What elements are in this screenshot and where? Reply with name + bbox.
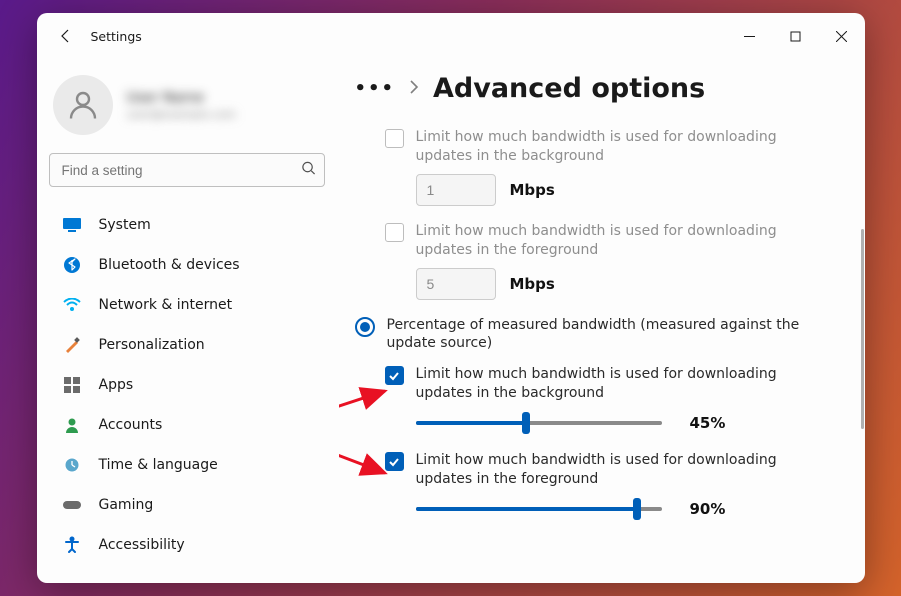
slider-bg-percent[interactable] <box>416 413 662 433</box>
avatar <box>53 75 113 135</box>
scrollbar-thumb[interactable] <box>861 229 864 429</box>
label-percentage-radio: Percentage of measured bandwidth (measur… <box>387 316 835 354</box>
unit-fg-absolute: Mbps <box>510 275 555 293</box>
window-controls <box>727 21 865 51</box>
person-icon <box>63 416 81 434</box>
sidebar-item-apps[interactable]: Apps <box>49 365 325 405</box>
profile-email: user@example.com <box>127 108 236 121</box>
sidebar-item-gaming[interactable]: Gaming <box>49 485 325 525</box>
checkbox-fg-percent[interactable] <box>385 452 404 471</box>
breadcrumb-ellipsis[interactable]: ••• <box>355 78 396 99</box>
sidebar-item-system[interactable]: System <box>49 205 325 245</box>
close-button[interactable] <box>819 21 865 51</box>
sidebar-item-time-language[interactable]: Time & language <box>49 445 325 485</box>
options-panel: Limit how much bandwidth is used for dow… <box>355 128 835 519</box>
chevron-right-icon <box>409 79 419 98</box>
value-bg-percent: 45% <box>690 414 736 432</box>
input-bg-absolute-row: Mbps <box>416 174 835 206</box>
wifi-icon <box>63 296 81 314</box>
checkbox-fg-absolute[interactable] <box>385 223 404 242</box>
sidebar-item-label: Gaming <box>99 497 154 513</box>
bluetooth-icon <box>63 256 81 274</box>
sidebar-item-label: Accessibility <box>99 537 185 553</box>
breadcrumb: ••• Advanced options <box>355 73 835 104</box>
slider-fg-row: 90% <box>416 499 835 519</box>
sidebar: User Name user@example.com System Blueto… <box>37 59 339 583</box>
input-bg-absolute[interactable] <box>416 174 496 206</box>
profile-text: User Name user@example.com <box>127 90 236 121</box>
system-icon <box>63 216 81 234</box>
titlebar: Settings <box>37 13 865 59</box>
checkbox-bg-absolute[interactable] <box>385 129 404 148</box>
sidebar-item-personalization[interactable]: Personalization <box>49 325 325 365</box>
accessibility-icon <box>63 536 81 554</box>
apps-icon <box>63 376 81 394</box>
sidebar-item-label: Accounts <box>99 417 163 433</box>
sidebar-item-accounts[interactable]: Accounts <box>49 405 325 445</box>
sidebar-item-bluetooth[interactable]: Bluetooth & devices <box>49 245 325 285</box>
radio-percentage[interactable] <box>355 317 375 337</box>
main-panel: ••• Advanced options Limit how much band… <box>339 59 865 583</box>
page-title: Advanced options <box>433 73 705 104</box>
checkbox-bg-percent[interactable] <box>385 366 404 385</box>
option-percentage-radio: Percentage of measured bandwidth (measur… <box>355 316 835 354</box>
search-box[interactable] <box>49 153 325 187</box>
input-fg-absolute[interactable] <box>416 268 496 300</box>
maximize-button[interactable] <box>773 21 819 51</box>
slider-bg-row: 45% <box>416 413 835 433</box>
window-title: Settings <box>91 29 142 44</box>
sidebar-item-accessibility[interactable]: Accessibility <box>49 525 325 565</box>
option-fg-absolute: Limit how much bandwidth is used for dow… <box>385 222 835 260</box>
back-button[interactable] <box>51 21 81 51</box>
label-fg-percent: Limit how much bandwidth is used for dow… <box>416 451 835 489</box>
unit-bg-absolute: Mbps <box>510 181 555 199</box>
option-bg-absolute: Limit how much bandwidth is used for dow… <box>385 128 835 166</box>
search-input[interactable] <box>50 154 324 186</box>
label-fg-absolute: Limit how much bandwidth is used for dow… <box>416 222 835 260</box>
profile-name: User Name <box>127 90 236 106</box>
value-fg-percent: 90% <box>690 500 736 518</box>
sidebar-item-label: Time & language <box>99 457 218 473</box>
option-fg-percent: Limit how much bandwidth is used for dow… <box>385 451 835 489</box>
minimize-button[interactable] <box>727 21 773 51</box>
sidebar-item-network[interactable]: Network & internet <box>49 285 325 325</box>
option-bg-percent: Limit how much bandwidth is used for dow… <box>385 365 835 403</box>
input-fg-absolute-row: Mbps <box>416 268 835 300</box>
sidebar-item-label: Personalization <box>99 337 205 353</box>
search-icon <box>301 161 316 180</box>
content-area: User Name user@example.com System Blueto… <box>37 59 865 583</box>
label-bg-absolute: Limit how much bandwidth is used for dow… <box>416 128 835 166</box>
sidebar-item-label: Bluetooth & devices <box>99 257 240 273</box>
gamepad-icon <box>63 496 81 514</box>
globe-clock-icon <box>63 456 81 474</box>
sidebar-item-label: Apps <box>99 377 134 393</box>
label-bg-percent: Limit how much bandwidth is used for dow… <box>416 365 835 403</box>
profile-block[interactable]: User Name user@example.com <box>49 75 325 135</box>
settings-window: Settings User Name user@example.com <box>37 13 865 583</box>
brush-icon <box>63 336 81 354</box>
sidebar-item-label: System <box>99 217 151 233</box>
sidebar-nav: System Bluetooth & devices Network & int… <box>49 205 325 565</box>
sidebar-item-label: Network & internet <box>99 297 233 313</box>
slider-fg-percent[interactable] <box>416 499 662 519</box>
